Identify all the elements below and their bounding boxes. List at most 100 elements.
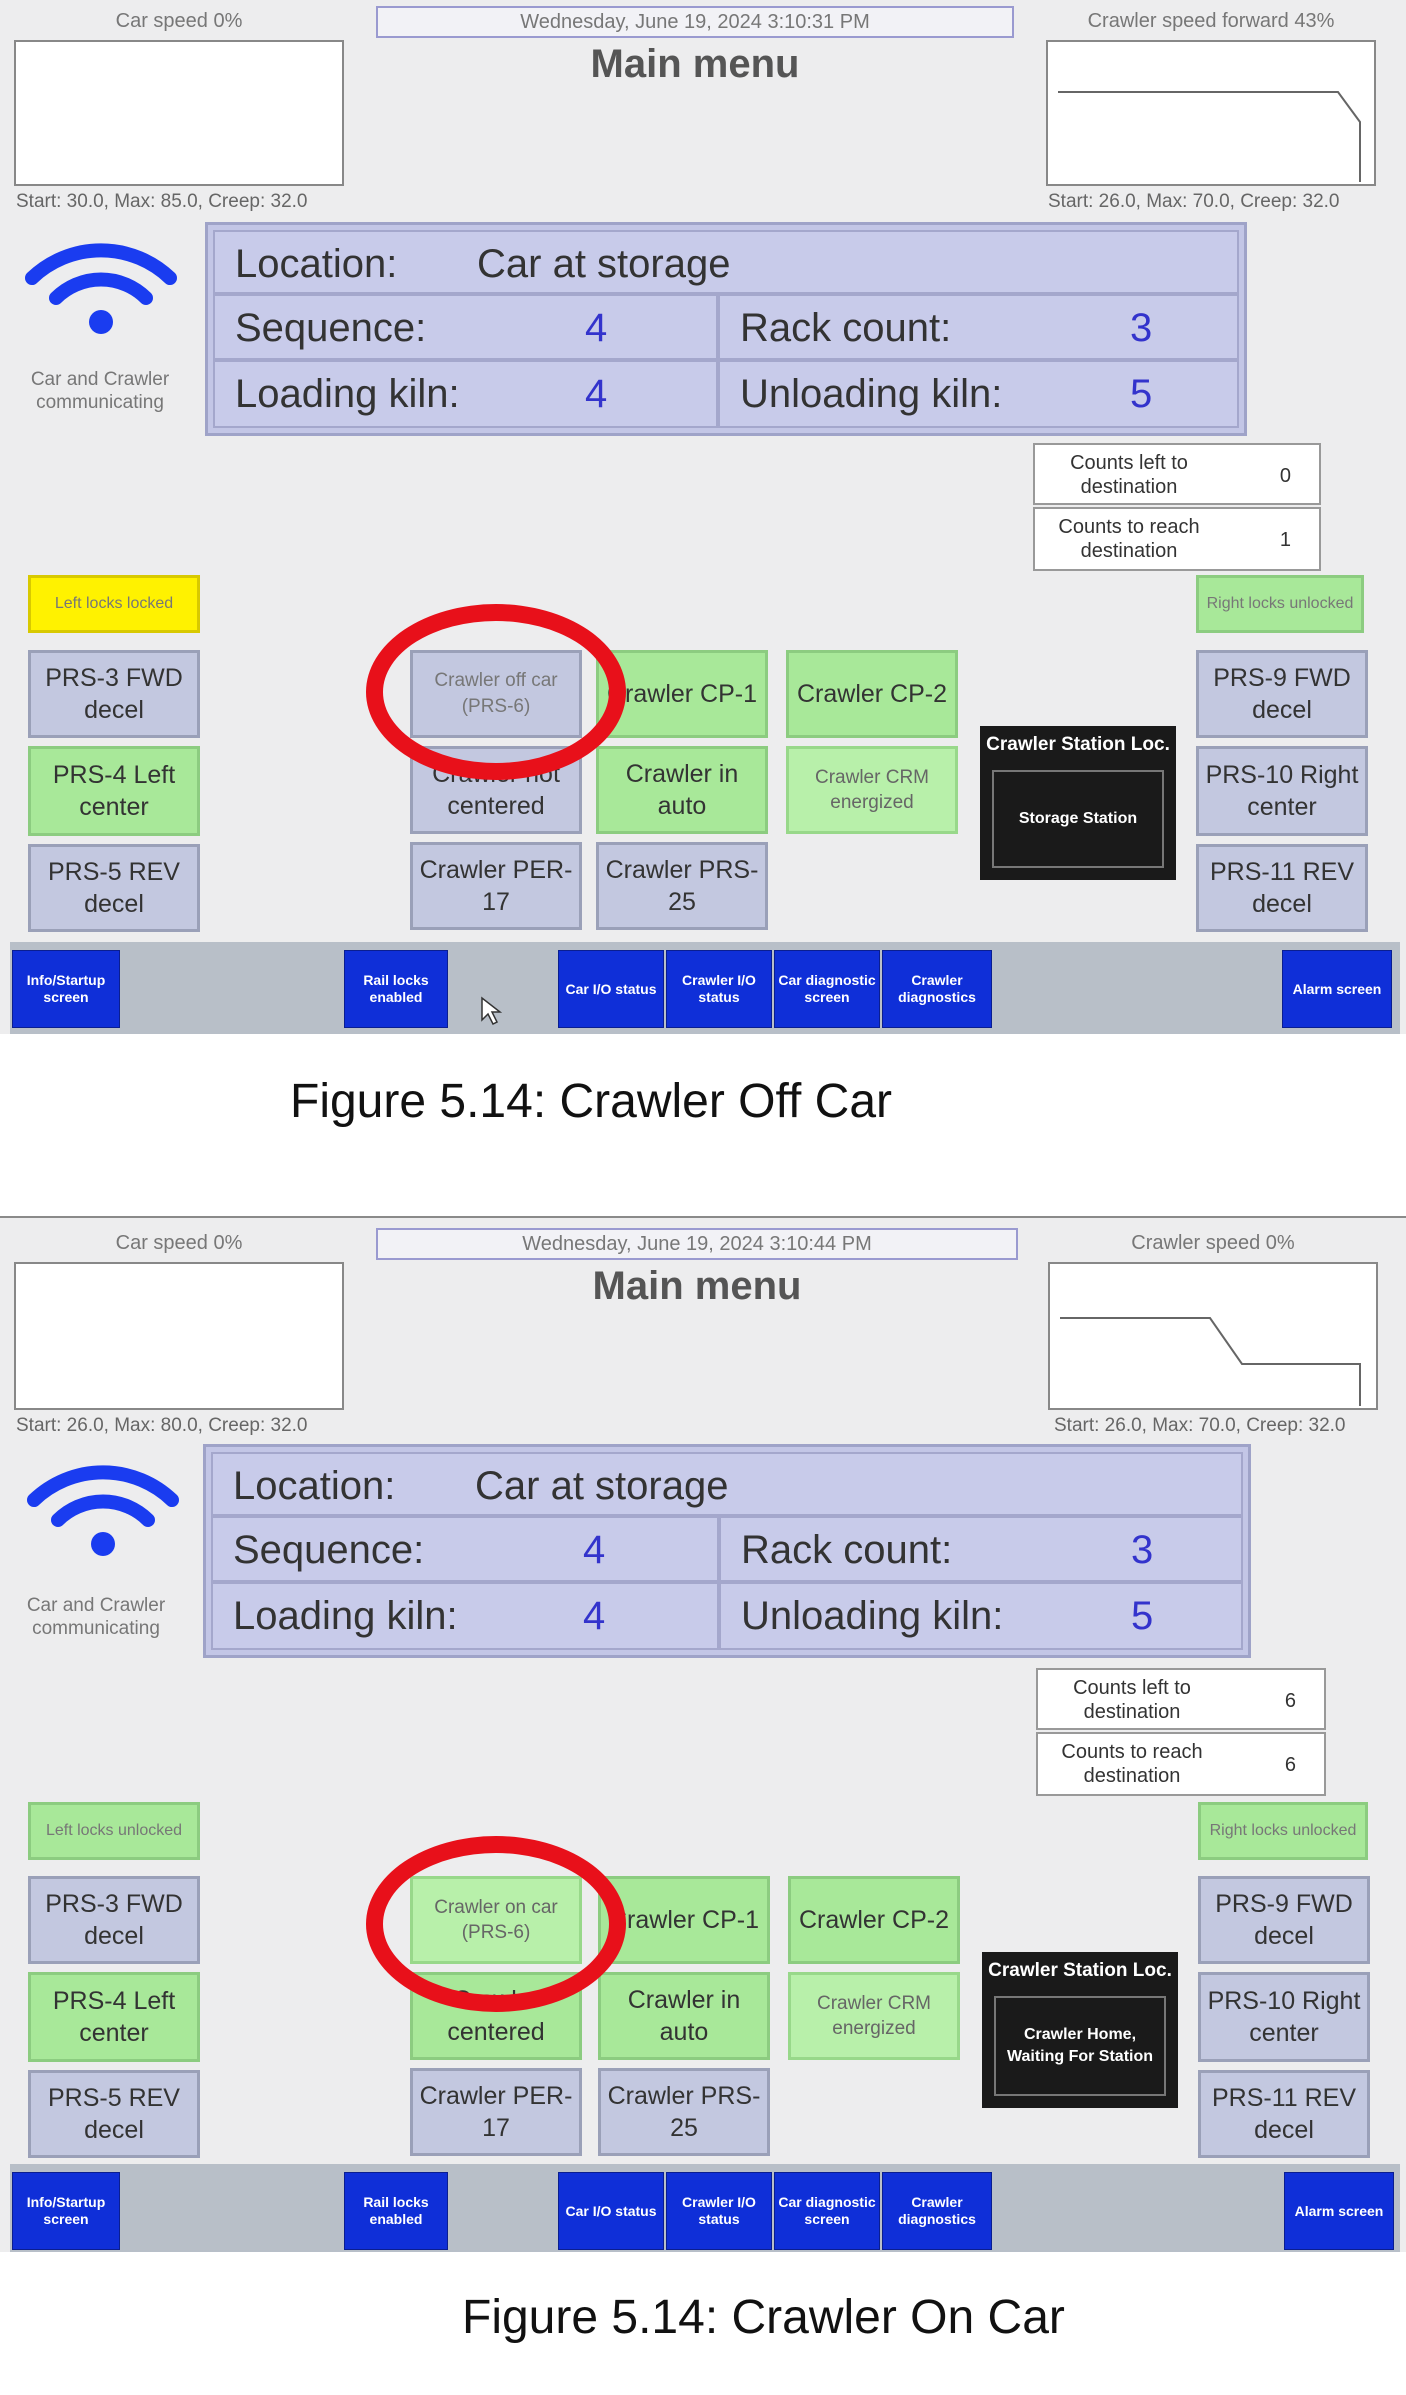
prs3-indicator: PRS-3 FWD decel <box>28 1876 200 1964</box>
crawler-speed-label: Crawler speed forward 43% <box>1087 10 1335 32</box>
counts-reach-box: Counts to reach destination 6 <box>1036 1732 1326 1796</box>
counts-reach-box: Counts to reach destination 1 <box>1033 507 1321 571</box>
hmi-screen-crawler-off-car: Car speed 0% Start: 30.0, Max: 85.0, Cre… <box>0 0 1406 1034</box>
counts-left-label: Counts left to destination <box>1073 1677 1191 1723</box>
counts-left-value: 0 <box>1279 465 1291 487</box>
unloading-kiln-cell: Unloading kiln: 5 <box>718 360 1239 428</box>
highlight-circle <box>366 604 626 780</box>
highlight-circle <box>366 1836 626 2012</box>
rail-locks-button[interactable]: Rail locks enabled <box>344 2172 448 2250</box>
location-label: Location: <box>235 242 398 286</box>
prs3-indicator: PRS-3 FWD decel <box>28 650 200 738</box>
right-locks-indicator: Right locks unlocked <box>1198 1802 1368 1860</box>
page-title: Main menu <box>592 1264 802 1308</box>
sequence-value: 4 <box>583 1528 606 1572</box>
counts-reach-label: Counts to reach destination <box>1061 1741 1203 1787</box>
car-speed-graph <box>14 40 344 186</box>
crawler-station-location: Crawler Station Loc. Crawler Home, Waiti… <box>982 1952 1178 2108</box>
car-diagnostic-button[interactable]: Car diagnostic screen <box>774 2172 880 2250</box>
counts-reach-value: 6 <box>1284 1754 1296 1776</box>
rack-count-label: Rack count: <box>741 1528 953 1572</box>
loading-kiln-cell: Loading kiln: 4 <box>213 360 718 428</box>
sequence-cell: Sequence: 4 <box>211 1516 719 1582</box>
status-info-panel: Location: Car at storage Sequence: 4 Rac… <box>205 222 1247 436</box>
alarm-screen-button[interactable]: Alarm screen <box>1282 950 1392 1028</box>
datetime-display: Wednesday, June 19, 2024 3:10:31 PM <box>376 6 1014 38</box>
car-speed-label: Car speed 0% <box>115 1232 243 1254</box>
wifi-icon <box>20 236 182 366</box>
info-startup-button[interactable]: Info/Startup screen <box>12 950 120 1028</box>
status-info-panel: Location: Car at storage Sequence: 4 Rac… <box>203 1444 1251 1658</box>
prs9-indicator: PRS-9 FWD decel <box>1198 1876 1370 1964</box>
crawler-prs25-indicator: Crawler PRS-25 <box>596 842 768 930</box>
location-value: Car at storage <box>477 242 731 286</box>
left-locks-indicator: Left locks unlocked <box>28 1802 200 1860</box>
figure-caption-on-car: Figure 5.14: Crawler On Car <box>462 2291 1065 2344</box>
unloading-kiln-label: Unloading kiln: <box>741 1594 1004 1638</box>
car-speed-graph <box>14 1262 344 1410</box>
sequence-label: Sequence: <box>235 306 427 350</box>
car-io-status-button[interactable]: Car I/O status <box>558 2172 664 2250</box>
rack-count-cell: Rack count: 3 <box>719 1516 1243 1582</box>
crawler-io-status-button[interactable]: Crawler I/O status <box>666 950 772 1028</box>
info-startup-button[interactable]: Info/Startup screen <box>12 2172 120 2250</box>
alarm-screen-button[interactable]: Alarm screen <box>1284 2172 1394 2250</box>
loading-kiln-label: Loading kiln: <box>235 372 460 416</box>
left-locks-indicator: Left locks locked <box>28 575 200 633</box>
counts-left-value: 6 <box>1284 1690 1296 1712</box>
prs11-indicator: PRS-11 REV decel <box>1198 2070 1370 2158</box>
car-speed-params: Start: 30.0, Max: 85.0, Creep: 32.0 <box>16 191 308 212</box>
location-label: Location: <box>233 1464 396 1508</box>
crawler-speed-trace <box>1058 91 1361 182</box>
crawler-station-location: Crawler Station Loc. Storage Station <box>980 726 1176 880</box>
station-value: Crawler Home, Waiting For Station <box>994 1996 1166 2096</box>
counts-left-box: Counts left to destination 0 <box>1033 443 1321 505</box>
crawler-speed-graph <box>1046 40 1376 186</box>
datetime-display: Wednesday, June 19, 2024 3:10:44 PM <box>376 1228 1018 1260</box>
sequence-value: 4 <box>585 306 608 350</box>
crawler-speed-params: Start: 26.0, Max: 70.0, Creep: 32.0 <box>1048 191 1340 212</box>
crawler-per17-indicator: Crawler PER-17 <box>410 2068 582 2156</box>
car-io-status-button[interactable]: Car I/O status <box>558 950 664 1028</box>
crawler-crm-indicator: Crawler CRM energized <box>788 1972 960 2060</box>
crawler-diagnostics-button[interactable]: Crawler diagnostics <box>882 2172 992 2250</box>
crawler-io-status-button[interactable]: Crawler I/O status <box>666 2172 772 2250</box>
prs5-indicator: PRS-5 REV decel <box>28 2070 200 2158</box>
location-value: Car at storage <box>475 1464 729 1508</box>
loading-kiln-label: Loading kiln: <box>233 1594 458 1638</box>
crawler-cp2-indicator: Crawler CP-2 <box>788 1876 960 1964</box>
car-diagnostic-button[interactable]: Car diagnostic screen <box>774 950 880 1028</box>
location-row: Location: Car at storage <box>211 1452 1243 1516</box>
unloading-kiln-value: 5 <box>1130 372 1153 416</box>
crawler-crm-indicator: Crawler CRM energized <box>786 746 958 834</box>
loading-kiln-value: 4 <box>585 372 608 416</box>
crawler-cp2-indicator: Crawler CP-2 <box>786 650 958 738</box>
comm-status: Car and Crawler communicating <box>26 1595 166 1639</box>
wifi-icon <box>22 1458 184 1588</box>
figure-caption-off-car: Figure 5.14: Crawler Off Car <box>290 1075 892 1128</box>
right-locks-indicator: Right locks unlocked <box>1196 575 1364 633</box>
loading-kiln-cell: Loading kiln: 4 <box>211 1582 719 1650</box>
rack-count-cell: Rack count: 3 <box>718 294 1239 360</box>
unloading-kiln-cell: Unloading kiln: 5 <box>719 1582 1243 1650</box>
rack-count-value: 3 <box>1130 306 1153 350</box>
station-header: Crawler Station Loc. <box>986 734 1170 755</box>
unloading-kiln-label: Unloading kiln: <box>740 372 1003 416</box>
counts-reach-label: Counts to reach destination <box>1058 516 1200 562</box>
crawler-per17-indicator: Crawler PER-17 <box>410 842 582 930</box>
prs5-indicator: PRS-5 REV decel <box>28 844 200 932</box>
rail-locks-button[interactable]: Rail locks enabled <box>344 950 448 1028</box>
crawler-diagnostics-button[interactable]: Crawler diagnostics <box>882 950 992 1028</box>
location-row: Location: Car at storage <box>213 230 1239 294</box>
station-header: Crawler Station Loc. <box>988 1960 1172 1981</box>
sequence-cell: Sequence: 4 <box>213 294 718 360</box>
prs4-indicator: PRS-4 Left center <box>28 1972 200 2062</box>
counts-reach-value: 1 <box>1279 529 1291 551</box>
crawler-auto-indicator: Crawler in auto <box>596 746 768 834</box>
crawler-speed-trace <box>1060 1317 1361 1406</box>
loading-kiln-value: 4 <box>583 1594 606 1638</box>
crawler-speed-graph <box>1048 1262 1378 1410</box>
counts-left-label: Counts left to destination <box>1070 452 1188 498</box>
prs4-indicator: PRS-4 Left center <box>28 746 200 836</box>
comm-status: Car and Crawler communicating <box>30 369 170 413</box>
